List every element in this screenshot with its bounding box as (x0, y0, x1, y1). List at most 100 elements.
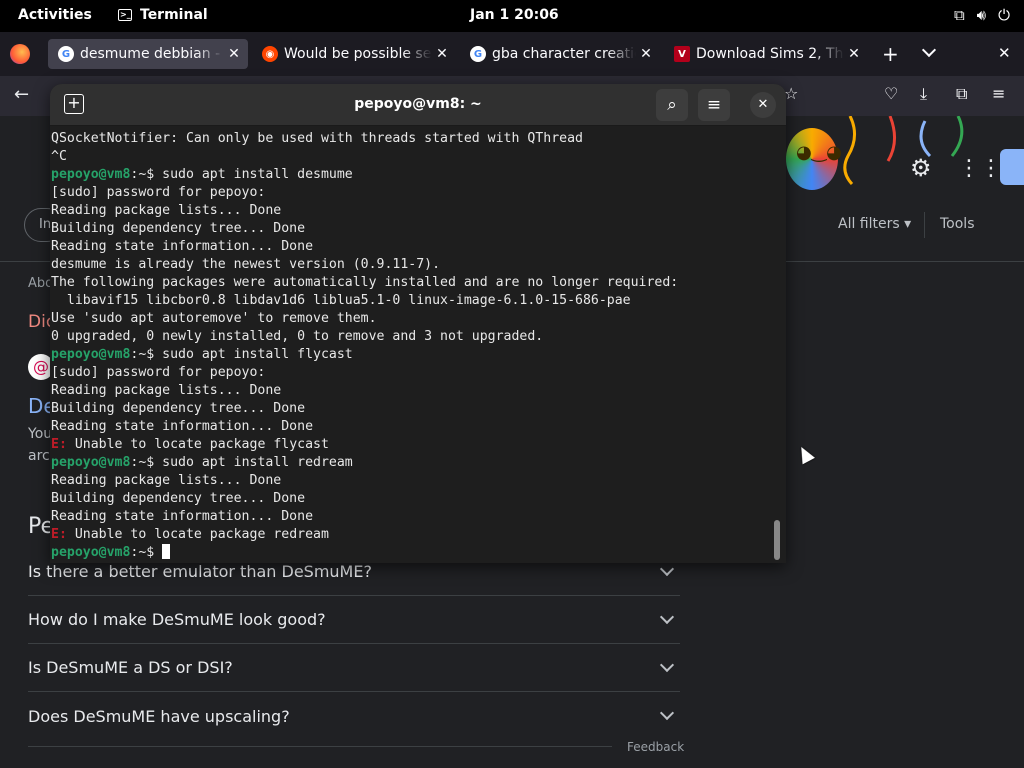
output-text: 0 upgraded, 0 newly installed, 0 to remo… (51, 329, 544, 344)
system-tray[interactable]: ⧉ 🔊︎ ⏻ (954, 6, 1010, 24)
reddit-icon: ◉ (262, 46, 278, 62)
prompt-user: pepoyo@vm8 (51, 347, 131, 362)
snippet-fragment-1: You (28, 426, 53, 442)
output-text: Reading package lists... Done (51, 383, 282, 398)
power-icon: ⏻ (998, 6, 1010, 24)
hamburger-menu-icon[interactable]: ≡ (992, 84, 1005, 103)
question-text: Is there a better emulator than DeSmuME? (28, 562, 372, 581)
activities-button[interactable]: Activities (18, 7, 92, 23)
close-icon[interactable]: ✕ (224, 46, 244, 62)
network-icon: ⧉ (953, 6, 965, 24)
firefox-icon[interactable] (10, 44, 30, 64)
gear-icon[interactable]: ⚙ (910, 154, 932, 182)
sign-in-button[interactable] (1000, 149, 1024, 185)
terminal-line: QSocketNotifier: Can only be used with t… (51, 130, 773, 148)
terminal-line: pepoyo@vm8:~$ sudo apt install redream (51, 454, 773, 472)
gnome-top-bar: Activities >_ Terminal Jan 1 20:06 ⧉ 🔊︎ … (0, 0, 1024, 32)
terminal-line: The following packages were automaticall… (51, 274, 773, 292)
terminal-line: 0 upgraded, 0 newly installed, 0 to remo… (51, 328, 773, 346)
volume-icon: 🔊︎ (976, 6, 987, 24)
google-icon: G (470, 46, 486, 62)
terminal-line: Use 'sudo apt autoremove' to remove them… (51, 310, 773, 328)
tab-sims[interactable]: V Download Sims 2, The ✕ (664, 39, 868, 69)
terminal-line: Building dependency tree... Done (51, 490, 773, 508)
prompt-path: :~$ (130, 455, 163, 470)
terminal-line: Reading state information... Done (51, 238, 773, 256)
apps-grid-icon[interactable]: ⋮⋮ (958, 156, 1002, 181)
terminal-line: ^C (51, 148, 773, 166)
terminal-line: desmume is already the newest version (0… (51, 256, 773, 274)
output-text: Reading state information... Done (51, 509, 314, 524)
close-icon[interactable]: ✕ (750, 92, 776, 118)
back-arrow-icon[interactable]: ← (14, 84, 29, 105)
output-text: The following packages were automaticall… (51, 275, 679, 290)
terminal-line: E: Unable to locate package redream (51, 526, 773, 544)
chevron-down-icon (659, 609, 675, 624)
prompt-user: pepoyo@vm8 (51, 545, 131, 560)
error-text: Unable to locate package redream (66, 527, 329, 542)
question-item[interactable]: Is DeSmuME a DS or DSI? (28, 644, 680, 692)
prompt-user: pepoyo@vm8 (51, 455, 131, 470)
feedback-link[interactable]: Feedback (627, 740, 684, 754)
window-close-icon[interactable]: ✕ (998, 44, 1011, 62)
output-text: libavif15 libcbor0.8 libdav1d6 liblua5.1… (51, 293, 631, 308)
new-tab-icon[interactable]: + (882, 42, 899, 66)
google-doodle[interactable]: ◕‿◕ (786, 128, 842, 190)
terminal-line: pepoyo@vm8:~$ sudo apt install desmume (51, 166, 773, 184)
terminal-window[interactable]: + pepoyo@vm8: ~ ⌕ ≡ ✕ QSocketNotifier: C… (50, 84, 786, 563)
bookmark-star-icon[interactable]: ☆ (784, 84, 798, 103)
app-menu[interactable]: >_ Terminal (118, 7, 208, 23)
tab-reddit[interactable]: ◉ Would be possible see ✕ (252, 39, 456, 69)
question-item[interactable]: Does DeSmuME have upscaling? (28, 692, 680, 740)
terminal-line: Reading state information... Done (51, 508, 773, 526)
extensions-icon[interactable]: ⧉ (956, 84, 967, 104)
command-text: sudo apt install redream (162, 455, 353, 470)
prompt-path: :~$ (130, 347, 163, 362)
output-text: desmume is already the newest version (0… (51, 257, 441, 272)
tab-desmume[interactable]: G desmume debbian - Go ✕ (48, 39, 248, 69)
chevron-down-icon (659, 561, 675, 576)
output-text: Reading state information... Done (51, 239, 314, 254)
output-text: Reading package lists... Done (51, 473, 282, 488)
terminal-line: [sudo] password for pepoyo: (51, 364, 773, 382)
close-icon[interactable]: ✕ (844, 46, 864, 62)
search-icon[interactable]: ⌕ (656, 89, 688, 121)
snippet-fragment-2: arc (28, 448, 50, 464)
terminal-line: Reading package lists... Done (51, 472, 773, 490)
chevron-down-icon (659, 705, 675, 721)
question-item[interactable]: How do I make DeSmuME look good? (28, 596, 680, 644)
chevron-down-icon[interactable] (921, 42, 937, 58)
chevron-down-icon (659, 657, 675, 672)
terminal-line: Building dependency tree... Done (51, 220, 773, 238)
tab-label: gba character creation (492, 46, 636, 62)
tools-button[interactable]: Tools (940, 216, 975, 232)
download-icon[interactable]: ⤓ (920, 84, 927, 104)
app-name: Terminal (140, 7, 208, 23)
terminal-line: [sudo] password for pepoyo: (51, 184, 773, 202)
question-text: Does DeSmuME have upscaling? (28, 706, 290, 726)
prompt-path: :~$ (130, 167, 163, 182)
tab-gba[interactable]: G gba character creation ✕ (460, 39, 660, 69)
all-filters-button[interactable]: All filters ▾ (838, 216, 911, 232)
filter-divider (924, 212, 925, 238)
text-cursor (162, 544, 171, 559)
feedback-divider (28, 746, 612, 747)
terminal-scrollbar[interactable] (774, 520, 780, 560)
tab-label: Would be possible see (284, 46, 432, 62)
output-text: Reading package lists... Done (51, 203, 282, 218)
tab-label: Download Sims 2, The (696, 46, 844, 62)
hamburger-menu-icon[interactable]: ≡ (698, 89, 730, 121)
output-text: Building dependency tree... Done (51, 491, 306, 506)
pocket-icon[interactable]: ♡ (884, 84, 898, 103)
output-text: [sudo] password for pepoyo: (51, 365, 266, 380)
terminal-line: pepoyo@vm8:~$ (51, 544, 773, 562)
close-icon[interactable]: ✕ (636, 46, 656, 62)
close-icon[interactable]: ✕ (432, 46, 452, 62)
terminal-line: pepoyo@vm8:~$ sudo apt install flycast (51, 346, 773, 364)
command-text: sudo apt install desmume (162, 167, 353, 182)
google-icon: G (58, 46, 74, 62)
terminal-output[interactable]: QSocketNotifier: Can only be used with t… (51, 130, 773, 563)
terminal-header-bar[interactable]: + pepoyo@vm8: ~ ⌕ ≡ ✕ (50, 84, 786, 126)
question-text: Is DeSmuME a DS or DSI? (28, 658, 233, 677)
clock[interactable]: Jan 1 20:06 (470, 7, 559, 23)
